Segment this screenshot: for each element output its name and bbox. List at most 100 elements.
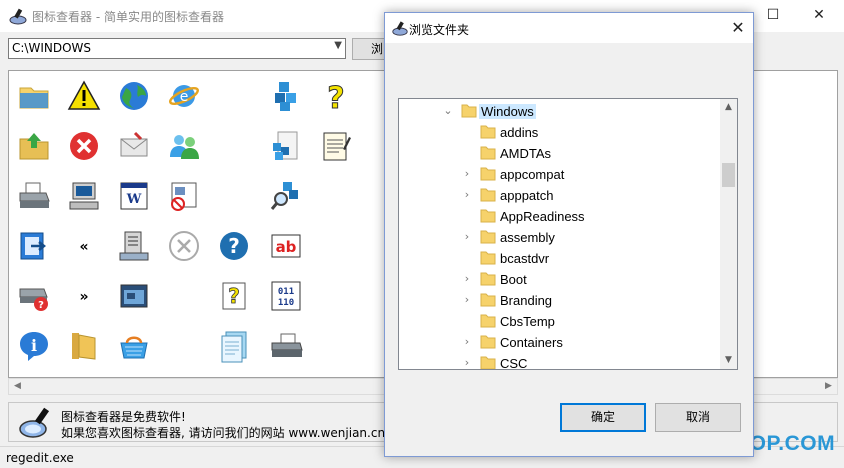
search-cubes-icon[interactable] [267, 177, 305, 215]
chevron-right-icon[interactable]: › [461, 293, 473, 306]
svg-text:011: 011 [278, 287, 294, 297]
path-combobox[interactable]: C:\WINDOWS ▼ [8, 38, 346, 59]
window-title: 图标查看器 - 简单实用的图标查看器 [32, 10, 224, 24]
server-icon[interactable] [115, 227, 153, 265]
svg-text:«: « [79, 239, 88, 255]
info-icon[interactable]: i [15, 327, 53, 365]
scroll-right-icon[interactable]: ▶ [820, 379, 837, 394]
svg-text:W: W [126, 192, 142, 207]
tree-item-label: CbsTemp [500, 314, 555, 329]
tree-row[interactable]: addins [399, 122, 719, 143]
tree-row[interactable]: › Branding [399, 290, 719, 311]
scroll-thumb[interactable] [722, 163, 735, 187]
folder-icon [480, 314, 496, 328]
cancel-button[interactable]: 取消 [655, 403, 741, 432]
tree-row[interactable]: › CSC [399, 353, 719, 370]
tree-row[interactable]: › appcompat [399, 164, 719, 185]
warning-icon[interactable] [65, 77, 103, 115]
printer-error-icon[interactable]: ? [15, 277, 53, 315]
help-circle-icon[interactable]: ? [215, 227, 253, 265]
internet-icon[interactable]: e [165, 77, 203, 115]
exit-arrow-icon[interactable] [15, 227, 53, 265]
tree-item-label: Branding [500, 293, 553, 308]
tree-row[interactable]: AMDTAs [399, 143, 719, 164]
close-button[interactable]: ✕ [796, 0, 842, 30]
notepad-icon[interactable] [317, 127, 355, 165]
tree-item-label: CSC [500, 356, 528, 370]
chevron-down-icon[interactable]: ▼ [334, 40, 342, 51]
notebook-icon[interactable] [215, 327, 253, 365]
chevron-down-icon[interactable]: ⌄ [442, 104, 454, 117]
scroll-left-icon[interactable]: ◀ [9, 379, 26, 394]
printer-icon[interactable] [15, 177, 53, 215]
computer-icon[interactable] [65, 177, 103, 215]
scanner-icon[interactable] [267, 327, 305, 365]
double-left-icon[interactable]: « [65, 227, 103, 265]
tree-item-label: AMDTAs [500, 146, 552, 161]
tree-item-label: AppReadiness [500, 209, 585, 224]
folder-icon [480, 209, 496, 223]
blocked-doc-icon[interactable] [165, 177, 203, 215]
path-value: C:\WINDOWS [12, 41, 92, 55]
help-question-icon[interactable]: ? [317, 77, 355, 115]
svg-text:i: i [31, 336, 37, 355]
word-doc-icon[interactable]: W [115, 177, 153, 215]
tree-row[interactable]: bcastdvr [399, 248, 719, 269]
svg-text:?: ? [228, 284, 240, 308]
folder-icon [461, 104, 477, 118]
globe-icon[interactable] [115, 77, 153, 115]
tree-row[interactable]: CbsTemp [399, 311, 719, 332]
scroll-down-icon[interactable]: ▼ [720, 352, 737, 369]
tree-row[interactable]: › assembly [399, 227, 719, 248]
chevron-right-icon[interactable]: › [461, 188, 473, 201]
ab-text-icon[interactable]: ab [267, 227, 305, 265]
basket-icon[interactable] [115, 327, 153, 365]
tree-row[interactable]: › Containers [399, 332, 719, 353]
folder-open-icon[interactable] [65, 327, 103, 365]
tree-item-label: Windows [479, 104, 536, 119]
svg-text:?: ? [327, 81, 344, 113]
window-icon[interactable] [115, 277, 153, 315]
tree-row[interactable]: › Boot [399, 269, 719, 290]
dialog-titlebar[interactable]: 浏览文件夹 ✕ [385, 13, 753, 43]
mail-icon[interactable] [115, 127, 153, 165]
svg-text:»: » [79, 289, 88, 305]
svg-text:e: e [180, 89, 189, 105]
tree-item-label: addins [500, 125, 539, 140]
folder-icon [480, 146, 496, 160]
app-icon [9, 8, 27, 25]
folder-up-icon[interactable] [15, 127, 53, 165]
tree-row[interactable]: › apppatch [399, 185, 719, 206]
double-right-icon[interactable]: » [65, 277, 103, 315]
chevron-right-icon[interactable]: › [461, 272, 473, 285]
binary-file-icon[interactable]: 011 110 [267, 277, 305, 315]
tree-item-label: bcastdvr [500, 251, 550, 266]
tree-row[interactable]: ⌄ Windows [399, 101, 719, 122]
tree-row[interactable]: AppReadiness [399, 206, 719, 227]
tree-item-label: Boot [500, 272, 527, 287]
scroll-up-icon[interactable]: ▲ [720, 99, 737, 116]
chevron-right-icon[interactable]: › [461, 230, 473, 243]
dialog-title: 浏览文件夹 [409, 23, 470, 37]
ok-button[interactable]: 确定 [560, 403, 646, 432]
folder-icon [480, 167, 496, 181]
folder-tree[interactable]: ▲ ▼ ⌄ Windows addins AMDTAs › appcompat › apppa… [398, 98, 738, 370]
app-icon [392, 21, 408, 36]
folder-icon [480, 272, 496, 286]
cancel-circle-icon[interactable] [165, 227, 203, 265]
chevron-right-icon[interactable]: › [461, 335, 473, 348]
chevron-right-icon[interactable]: › [461, 167, 473, 180]
chevron-right-icon[interactable]: › [461, 356, 473, 369]
error-x-icon[interactable] [65, 127, 103, 165]
folder-icon[interactable] [15, 77, 53, 115]
dialog-close-button[interactable]: ✕ [723, 13, 753, 43]
cubes-file-icon[interactable] [267, 127, 305, 165]
maximize-button[interactable]: ☐ [750, 0, 796, 30]
svg-text:?: ? [38, 300, 44, 311]
help-doc-icon[interactable]: ? [215, 277, 253, 315]
tree-vertical-scrollbar[interactable]: ▲ ▼ [720, 99, 737, 369]
info-line-1: 图标查看器是免费软件! [61, 410, 186, 424]
network-cubes-icon[interactable] [267, 77, 305, 115]
folder-icon [480, 230, 496, 244]
users-icon[interactable] [165, 127, 203, 165]
